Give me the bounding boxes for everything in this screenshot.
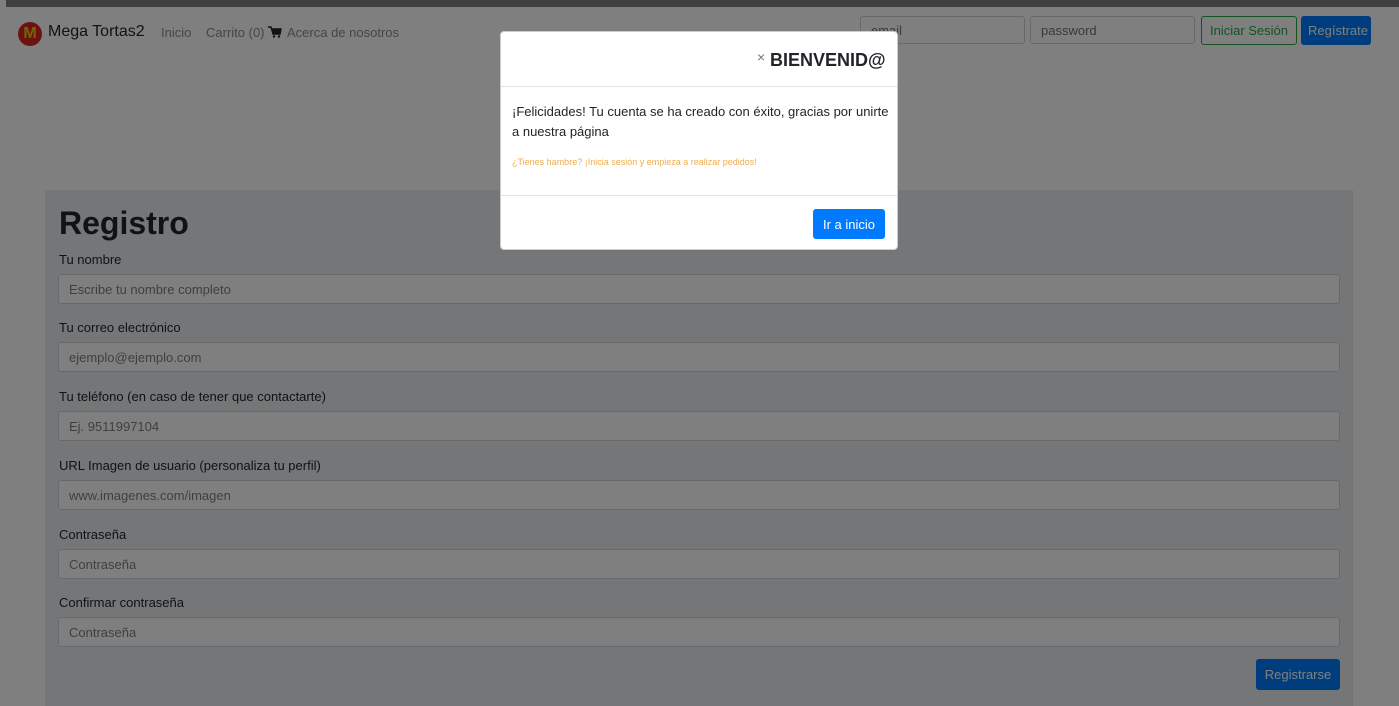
go-home-button[interactable]: Ir a inicio: [813, 209, 885, 239]
modal-hint: ¿Tienes hambre? ¡Inicia sesión y empieza…: [512, 157, 757, 167]
modal-footer: Ir a inicio: [501, 195, 897, 250]
modal-message: ¡Felicidades! Tu cuenta se ha creado con…: [512, 104, 889, 139]
close-icon[interactable]: ×: [757, 49, 765, 65]
welcome-modal: × BIENVENID@ ¡Felicidades! Tu cuenta se …: [500, 31, 898, 250]
modal-header: × BIENVENID@: [501, 32, 897, 87]
modal-title: BIENVENID@: [770, 50, 886, 70]
